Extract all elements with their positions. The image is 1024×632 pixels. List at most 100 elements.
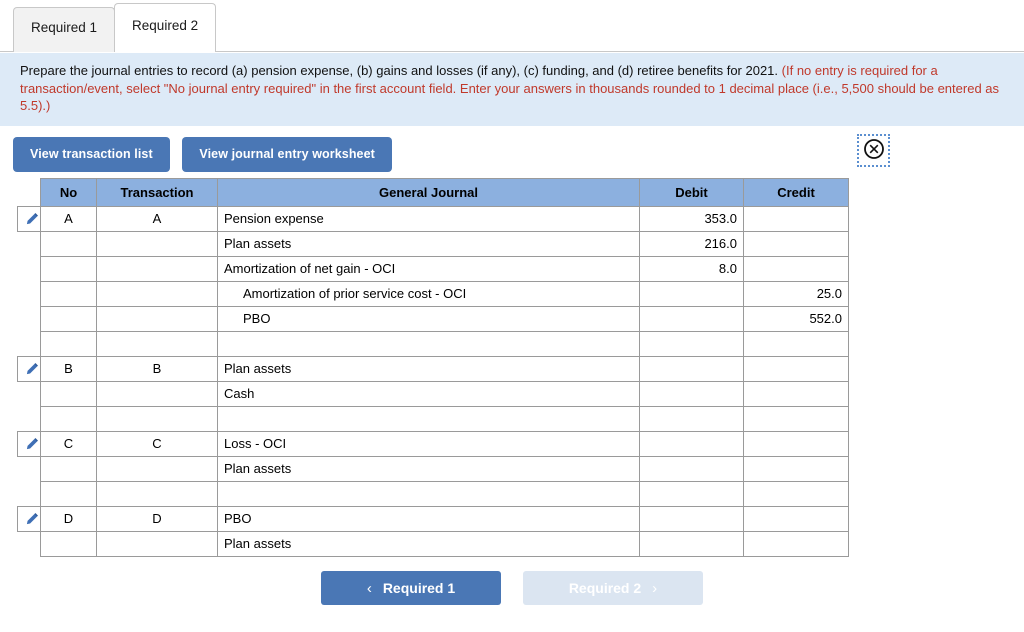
cell-transaction[interactable]: B (96, 355, 218, 382)
cell-transaction[interactable] (96, 380, 218, 407)
cell-account[interactable] (217, 480, 640, 507)
view-transaction-list-button[interactable]: View transaction list (13, 136, 170, 172)
table-row: D D PBO (17, 505, 849, 532)
cell-transaction[interactable] (96, 330, 218, 357)
edit-row-button[interactable] (17, 430, 41, 457)
cell-transaction[interactable]: A (96, 205, 218, 232)
table-row: Amortization of prior service cost - OCI… (18, 280, 849, 307)
cell-debit[interactable] (639, 355, 744, 382)
cell-debit[interactable] (639, 305, 744, 332)
header-credit: Credit (743, 177, 849, 207)
cell-debit[interactable] (639, 380, 744, 407)
cell-account[interactable]: Plan assets (217, 455, 640, 482)
cell-transaction[interactable] (96, 405, 218, 432)
tab-required-2[interactable]: Required 2 (114, 3, 217, 53)
cell-debit[interactable] (639, 455, 744, 482)
cell-no[interactable]: B (40, 355, 97, 382)
cell-debit[interactable]: 216.0 (639, 230, 744, 257)
previous-required-1-button[interactable]: ‹ Required 1 (321, 570, 501, 605)
edit-column-empty (18, 406, 41, 431)
cell-credit[interactable] (743, 355, 849, 382)
cell-debit[interactable] (639, 330, 744, 357)
cell-account[interactable]: Cash (217, 380, 640, 407)
cell-no[interactable] (40, 480, 97, 507)
cell-debit[interactable] (639, 480, 744, 507)
cell-no[interactable] (40, 305, 97, 332)
chevron-right-icon: › (652, 579, 658, 597)
cell-transaction[interactable] (96, 305, 218, 332)
cell-account[interactable] (217, 330, 640, 357)
cell-transaction[interactable] (96, 480, 218, 507)
cell-credit[interactable] (743, 330, 849, 357)
cell-account[interactable]: Loss - OCI (217, 430, 640, 457)
cell-transaction[interactable] (96, 255, 218, 282)
cell-transaction[interactable]: C (96, 430, 218, 457)
edit-row-button[interactable] (17, 505, 41, 532)
edit-column-empty (18, 231, 41, 256)
table-row: Plan assets (18, 530, 849, 557)
cell-account[interactable]: Plan assets (217, 530, 640, 557)
cell-transaction[interactable] (96, 530, 218, 557)
cell-account[interactable]: Amortization of prior service cost - OCI (217, 280, 640, 307)
edit-row-button[interactable] (17, 205, 41, 232)
journal-table-body: A A Pension expense 353.0 Plan assets 216.0 Am… (17, 205, 849, 557)
cell-credit[interactable] (743, 480, 849, 507)
cell-credit[interactable]: 552.0 (743, 305, 849, 332)
cell-account[interactable] (217, 405, 640, 432)
cell-no[interactable] (40, 530, 97, 557)
cell-credit[interactable] (743, 430, 849, 457)
cell-credit[interactable] (743, 205, 849, 232)
circle-x-icon (863, 138, 885, 163)
cell-credit[interactable] (743, 380, 849, 407)
cell-debit[interactable] (639, 505, 744, 532)
next-required-2-button[interactable]: Required 2 › (523, 570, 703, 605)
cell-no[interactable] (40, 255, 97, 282)
cell-debit[interactable] (639, 405, 744, 432)
edit-row-button[interactable] (17, 355, 41, 382)
cell-account[interactable]: PBO (217, 505, 640, 532)
cell-transaction[interactable]: D (96, 505, 218, 532)
table-row: Plan assets 216.0 (18, 230, 849, 257)
table-header-row: No Transaction General Journal Debit Cre… (18, 177, 849, 207)
cell-credit[interactable]: 25.0 (743, 280, 849, 307)
tab-required-1-label: Required 1 (31, 20, 98, 35)
cell-no[interactable]: D (40, 505, 97, 532)
cell-no[interactable] (40, 380, 97, 407)
cell-no[interactable]: A (40, 205, 97, 232)
cell-transaction[interactable] (96, 455, 218, 482)
cell-transaction[interactable] (96, 230, 218, 257)
cell-credit[interactable] (743, 405, 849, 432)
cell-no[interactable] (40, 455, 97, 482)
view-journal-entry-worksheet-button[interactable]: View journal entry worksheet (182, 136, 392, 172)
tab-strip: Required 1 Required 2 (0, 0, 1024, 53)
cell-no[interactable] (40, 230, 97, 257)
cell-no[interactable]: C (40, 430, 97, 457)
cell-credit[interactable] (743, 455, 849, 482)
cell-credit[interactable] (743, 505, 849, 532)
cell-debit[interactable] (639, 280, 744, 307)
cell-debit[interactable]: 353.0 (639, 205, 744, 232)
cell-no[interactable] (40, 280, 97, 307)
cell-account[interactable]: Amortization of net gain - OCI (217, 255, 640, 282)
chevron-left-icon: ‹ (366, 579, 372, 597)
cell-account[interactable]: Plan assets (217, 355, 640, 382)
edit-column-empty (18, 331, 41, 356)
cell-no[interactable] (40, 330, 97, 357)
action-button-row: View transaction list View journal entry… (0, 126, 1024, 178)
cell-transaction[interactable] (96, 280, 218, 307)
cell-account[interactable]: Pension expense (217, 205, 640, 232)
edit-column-empty (18, 281, 41, 306)
cell-debit[interactable]: 8.0 (639, 255, 744, 282)
cell-account[interactable]: PBO (217, 305, 640, 332)
cell-debit[interactable] (639, 530, 744, 557)
journal-entry-table: No Transaction General Journal Debit Cre… (17, 177, 849, 557)
tab-required-1[interactable]: Required 1 (13, 7, 116, 52)
cell-no[interactable] (40, 405, 97, 432)
cell-credit[interactable] (743, 230, 849, 257)
close-button[interactable] (857, 133, 890, 167)
cell-credit[interactable] (743, 530, 849, 557)
edit-pencil-icon (24, 512, 39, 527)
cell-credit[interactable] (743, 255, 849, 282)
cell-account[interactable]: Plan assets (217, 230, 640, 257)
cell-debit[interactable] (639, 430, 744, 457)
